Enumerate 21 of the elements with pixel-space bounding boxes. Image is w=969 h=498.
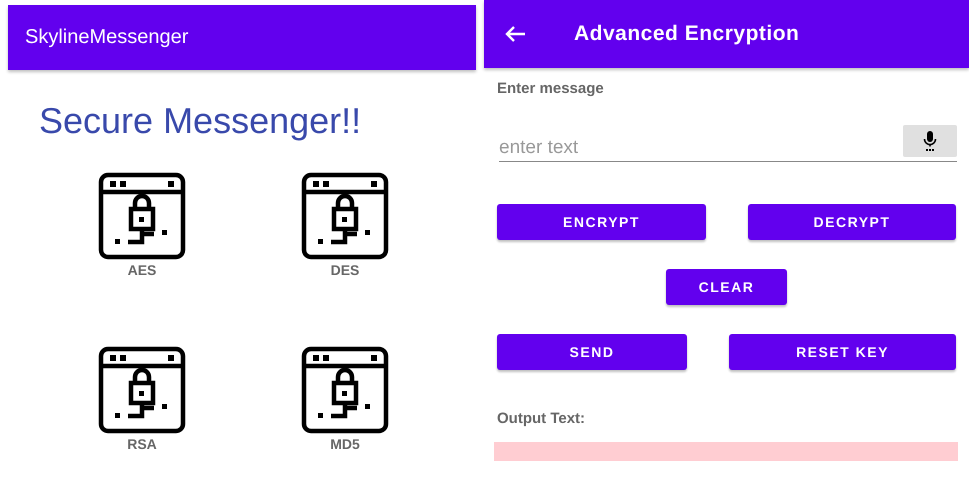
action-button[interactable]: SEND <box>497 334 687 370</box>
action-button[interactable]: RESET KEY <box>729 334 956 370</box>
algorithm-label[interactable]: AES <box>128 262 156 278</box>
lock-window-icon <box>98 346 186 434</box>
screen-title: Advanced Encryption <box>574 22 800 46</box>
app-title: SkylineMessenger <box>25 26 188 49</box>
message-label: Enter message <box>497 80 605 97</box>
back-arrow-icon[interactable] <box>504 25 526 43</box>
action-button[interactable]: CLEAR <box>666 269 787 305</box>
algorithm-label[interactable]: MD5 <box>330 436 360 452</box>
lock-window-icon <box>301 346 389 434</box>
microphone-icon <box>923 130 937 152</box>
action-button[interactable]: ENCRYPT <box>497 204 706 240</box>
algorithm-label[interactable]: DES <box>330 262 360 278</box>
lock-window-icon <box>98 172 186 260</box>
output-label: Output Text: <box>497 410 586 427</box>
heading: Secure Messenger!! <box>39 100 362 142</box>
action-button[interactable]: DECRYPT <box>748 204 956 240</box>
algorithm-label[interactable]: RSA <box>127 436 157 452</box>
lock-window-icon <box>301 172 389 260</box>
microphone-button[interactable] <box>903 125 957 157</box>
